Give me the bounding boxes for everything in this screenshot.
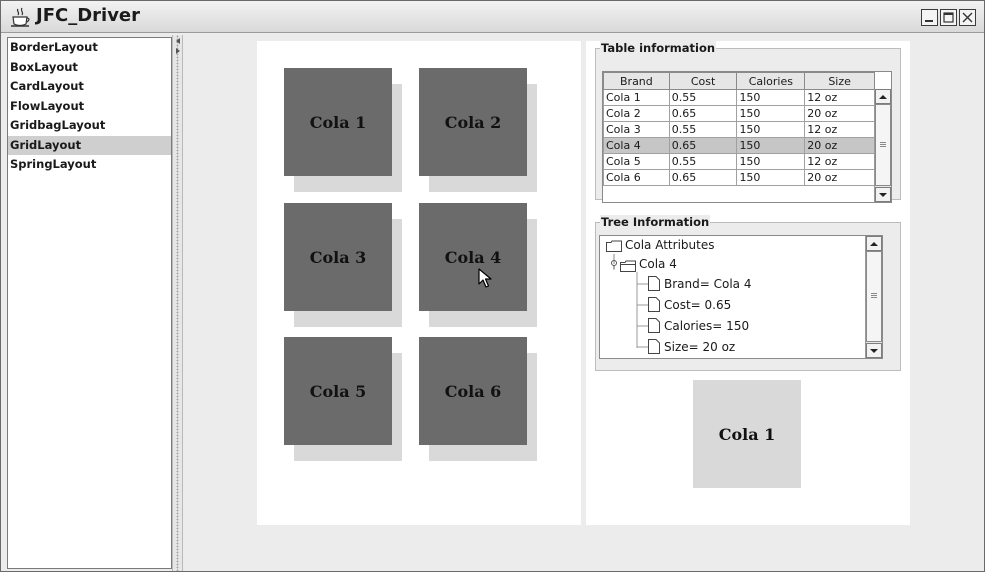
column-header-brand[interactable]: Brand (603, 72, 670, 90)
table-row[interactable]: Cola 5 0.55 150 12 oz (603, 153, 875, 170)
list-item-springlayout[interactable]: SpringLayout (8, 155, 171, 175)
tree-leaf-label[interactable]: Calories= 150 (664, 319, 749, 333)
table-information-title: Table information (600, 41, 717, 55)
table-scrollbar[interactable] (874, 89, 891, 202)
cola-card-label: Cola 6 (444, 381, 502, 401)
cola-card-label: Cola 5 (309, 381, 367, 401)
java-cup-icon (11, 7, 30, 27)
cola-card-label: Cola 4 (444, 247, 502, 267)
tree-leaf-label[interactable]: Size= 20 oz (664, 340, 735, 354)
cola-table[interactable]: Brand Cost Calories Size Cola 1 0.55 150 12… (602, 71, 892, 203)
list-item-boxlayout[interactable]: BoxLayout (8, 58, 171, 78)
maximize-button[interactable] (940, 9, 957, 26)
list-item-cardlayout[interactable]: CardLayout (8, 77, 171, 97)
maximize-icon (943, 12, 954, 23)
arrow-down-icon (870, 349, 878, 353)
tree-information-title: Tree Information (600, 215, 711, 229)
app-window: JFC_Driver BorderLayout BoxLayout CardLa… (0, 0, 985, 572)
tree-leaf-label[interactable]: Cost= 0.65 (664, 298, 731, 312)
arrow-up-icon (879, 95, 887, 99)
file-icon (648, 318, 660, 333)
attributes-tree[interactable]: Cola Attributes Cola 4 Brand= Cola 4 Cos… (599, 235, 883, 359)
cola-card-label: Cola 2 (444, 112, 502, 132)
cola-card-label: Cola 3 (309, 247, 367, 267)
table-row[interactable]: Cola 2 0.65 150 20 oz (603, 105, 875, 122)
info-panel: Table information Brand Cost Calories Si… (586, 41, 910, 525)
open-folder-icon (620, 260, 636, 272)
cola-card[interactable]: Cola 4 (419, 203, 537, 327)
split-pane-divider[interactable] (172, 35, 183, 571)
tree-root-label[interactable]: Cola Attributes (625, 238, 714, 252)
minimize-icon (925, 20, 933, 22)
title-bar[interactable]: JFC_Driver (1, 1, 984, 33)
scroll-thumb[interactable] (866, 251, 882, 342)
tree-scrollbar[interactable] (865, 236, 882, 358)
table-row[interactable]: Cola 6 0.65 150 20 oz (603, 169, 875, 186)
list-item-borderlayout[interactable]: BorderLayout (8, 38, 171, 58)
column-header-cost[interactable]: Cost (668, 72, 738, 90)
cola-card-label: Cola 1 (309, 112, 367, 132)
cola-card[interactable]: Cola 6 (419, 337, 537, 461)
minimize-button[interactable] (921, 9, 938, 26)
tree-expand-handle-icon[interactable] (610, 260, 618, 270)
file-icon (648, 339, 660, 354)
close-button[interactable] (959, 9, 976, 26)
column-header-calories[interactable]: Calories (736, 72, 806, 90)
tree-node-label[interactable]: Cola 4 (639, 257, 677, 271)
table-row-selected[interactable]: Cola 4 0.65 150 20 oz (603, 137, 875, 154)
cola-card[interactable]: Cola 2 (419, 68, 537, 192)
list-item-gridlayout[interactable]: GridLayout (8, 135, 171, 155)
close-icon (962, 12, 973, 23)
cola-card[interactable]: Cola 1 (284, 68, 402, 192)
scroll-down-button[interactable] (875, 187, 891, 202)
file-icon (648, 276, 660, 291)
content-area: Cola 1 Cola 2 Cola 3 Cola 4 Cola 5 Cola … (184, 35, 984, 571)
window-title: JFC_Driver (36, 5, 141, 26)
scroll-up-button[interactable] (866, 236, 882, 251)
scroll-down-button[interactable] (866, 343, 882, 358)
cola-card[interactable]: Cola 5 (284, 337, 402, 461)
arrow-up-icon (870, 242, 878, 246)
cola-preview-label: Cola 1 (718, 424, 776, 444)
cola-preview-card: Cola 1 (693, 380, 801, 488)
layout-list[interactable]: BorderLayout BoxLayout CardLayout FlowLa… (7, 37, 172, 569)
list-item-flowlayout[interactable]: FlowLayout (8, 97, 171, 117)
tree-leaf-label[interactable]: Brand= Cola 4 (664, 277, 751, 291)
column-header-size[interactable]: Size (804, 72, 875, 90)
list-item-gridbaglayout[interactable]: GridbagLayout (8, 116, 171, 136)
scroll-up-button[interactable] (875, 89, 891, 104)
grid-layout-panel: Cola 1 Cola 2 Cola 3 Cola 4 Cola 5 Cola … (257, 41, 581, 525)
file-icon (648, 297, 660, 312)
divider-collapse-arrows-icon[interactable] (174, 37, 182, 57)
arrow-down-icon (879, 193, 887, 197)
mouse-cursor-icon (478, 268, 492, 288)
cola-card[interactable]: Cola 3 (284, 203, 402, 327)
folder-icon (606, 240, 622, 252)
table-row[interactable]: Cola 1 0.55 150 12 oz (603, 89, 875, 106)
table-row[interactable]: Cola 3 0.55 150 12 oz (603, 121, 875, 138)
scroll-thumb[interactable] (875, 104, 891, 186)
